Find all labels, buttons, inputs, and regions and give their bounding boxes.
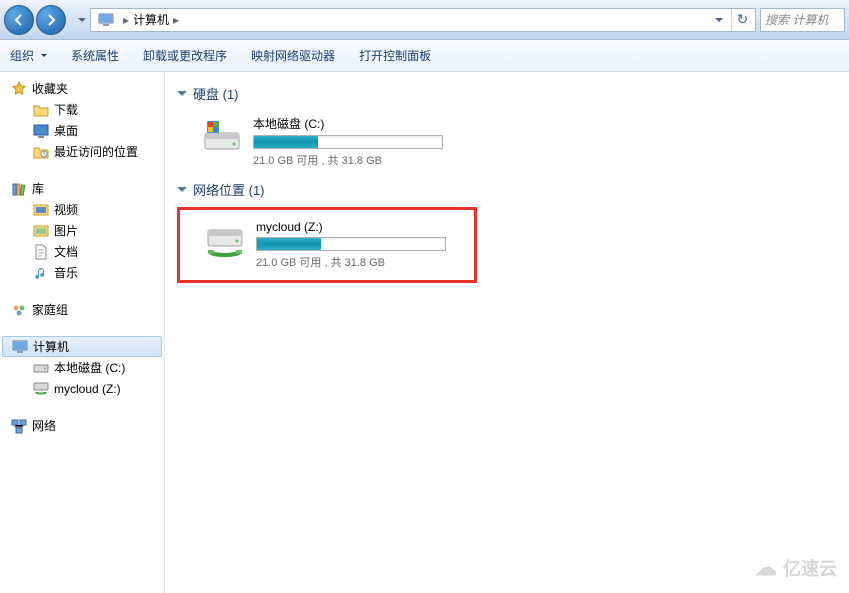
search-input[interactable]: 搜索 计算机: [760, 8, 845, 32]
capacity-bar: [256, 237, 446, 251]
content-pane: 硬盘 (1) 本地磁盘 (C:) 2: [165, 72, 849, 593]
navigation-bar: ▸ 计算机 ▸ ↻ 搜索 计算机: [0, 0, 849, 40]
item-label: 音乐: [54, 264, 78, 281]
sidebar-item-recent[interactable]: 最近访问的位置: [0, 141, 164, 162]
sidebar-item-local-disk[interactable]: 本地磁盘 (C:): [0, 357, 164, 378]
item-label: 图片: [54, 222, 78, 239]
computer-icon: [97, 11, 115, 29]
item-label: 最近访问的位置: [54, 143, 138, 160]
item-label: 本地磁盘 (C:): [54, 359, 125, 376]
item-label: 视频: [54, 201, 78, 218]
computer-label: 计算机: [33, 338, 69, 355]
refresh-button[interactable]: ↻: [731, 9, 753, 31]
sidebar-item-videos[interactable]: 视频: [0, 199, 164, 220]
organize-menu[interactable]: 组织: [10, 47, 47, 64]
item-label: 桌面: [54, 122, 78, 139]
recent-icon: [32, 144, 50, 160]
libraries-label: 库: [32, 180, 44, 197]
video-icon: [32, 202, 50, 218]
drive-icon: [32, 360, 50, 376]
favorites-node[interactable]: 收藏夹: [0, 78, 164, 99]
network-drive-icon: [204, 220, 246, 262]
local-drive-icon: [201, 115, 243, 157]
forward-button[interactable]: [36, 5, 66, 35]
hard-disks-section[interactable]: 硬盘 (1): [177, 80, 837, 107]
favorites-label: 收藏夹: [32, 80, 68, 97]
breadcrumb-sep-end[interactable]: ▸: [173, 13, 179, 27]
capacity-fill: [254, 136, 318, 148]
collapse-arrow-icon: [177, 187, 187, 192]
network-drive-icon: [32, 381, 50, 397]
drive-stats: 21.0 GB 可用 , 共 31.8 GB: [256, 254, 468, 270]
sidebar-item-downloads[interactable]: 下载: [0, 99, 164, 120]
network-node[interactable]: 网络: [0, 415, 164, 436]
section-label: 网络位置 (1): [193, 180, 265, 199]
homegroup-label: 家庭组: [32, 301, 68, 318]
drive-stats: 21.0 GB 可用 , 共 31.8 GB: [253, 152, 573, 168]
address-bar[interactable]: ▸ 计算机 ▸ ↻: [90, 8, 756, 32]
capacity-fill: [257, 238, 321, 250]
navigation-pane: 收藏夹 下载 桌面 最近访问的位置 库 视频: [0, 72, 165, 593]
sidebar-item-music[interactable]: 音乐: [0, 262, 164, 283]
drive-local-c[interactable]: 本地磁盘 (C:) 21.0 GB 可用 , 共 31.8 GB: [177, 107, 837, 176]
main-area: 收藏夹 下载 桌面 最近访问的位置 库 视频: [0, 72, 849, 593]
nav-button-group: [4, 5, 66, 35]
network-icon: [10, 418, 28, 434]
breadcrumb-sep: ▸: [123, 13, 129, 27]
pictures-icon: [32, 223, 50, 239]
sidebar-item-documents[interactable]: 文档: [0, 241, 164, 262]
drive-mycloud-z[interactable]: mycloud (Z:) 21.0 GB 可用 , 共 31.8 GB: [180, 212, 474, 278]
drive-name: 本地磁盘 (C:): [253, 115, 573, 132]
item-label: 文档: [54, 243, 78, 260]
desktop-icon: [32, 123, 50, 139]
libraries-node[interactable]: 库: [0, 178, 164, 199]
map-network-drive-button[interactable]: 映射网络驱动器: [251, 47, 335, 64]
uninstall-button[interactable]: 卸载或更改程序: [143, 47, 227, 64]
highlight-annotation: mycloud (Z:) 21.0 GB 可用 , 共 31.8 GB: [177, 207, 477, 283]
capacity-bar: [253, 135, 443, 149]
command-toolbar: 组织 系统属性 卸载或更改程序 映射网络驱动器 打开控制面板: [0, 40, 849, 72]
computer-icon: [11, 339, 29, 355]
computer-node[interactable]: 计算机: [2, 336, 162, 357]
section-label: 硬盘 (1): [193, 84, 239, 103]
back-button[interactable]: [4, 5, 34, 35]
homegroup-node[interactable]: 家庭组: [0, 299, 164, 320]
sidebar-item-desktop[interactable]: 桌面: [0, 120, 164, 141]
network-label: 网络: [32, 417, 56, 434]
breadcrumb-computer[interactable]: 计算机: [133, 11, 169, 28]
library-icon: [10, 181, 28, 197]
drive-name: mycloud (Z:): [256, 220, 468, 234]
star-icon: [10, 81, 28, 97]
item-label: 下载: [54, 101, 78, 118]
network-locations-section[interactable]: 网络位置 (1): [177, 176, 837, 203]
system-properties-button[interactable]: 系统属性: [71, 47, 119, 64]
documents-icon: [32, 244, 50, 260]
music-icon: [32, 265, 50, 281]
address-dropdown[interactable]: [711, 5, 727, 35]
collapse-arrow-icon: [177, 91, 187, 96]
folder-icon: [32, 102, 50, 118]
sidebar-item-pictures[interactable]: 图片: [0, 220, 164, 241]
sidebar-item-mycloud[interactable]: mycloud (Z:): [0, 378, 164, 399]
history-dropdown[interactable]: [74, 5, 90, 35]
control-panel-button[interactable]: 打开控制面板: [359, 47, 431, 64]
homegroup-icon: [10, 302, 28, 318]
item-label: mycloud (Z:): [54, 382, 121, 396]
